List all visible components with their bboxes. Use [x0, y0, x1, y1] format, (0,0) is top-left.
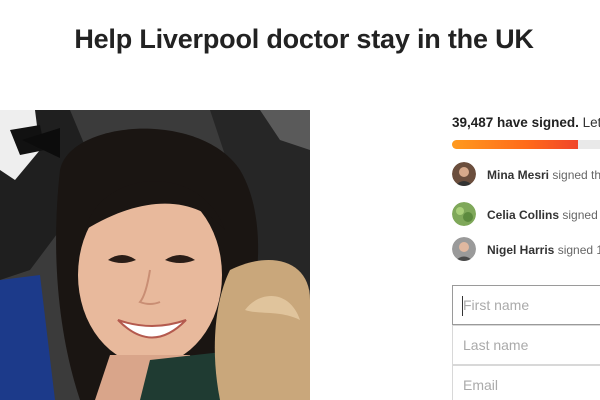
signature-goal-text: Let: [582, 115, 600, 130]
signature-count-value: 39,487 have signed.: [452, 115, 579, 130]
email-field[interactable]: [452, 365, 600, 400]
signature-count: 39,487 have signed. Let: [452, 115, 600, 130]
signer-name: Nigel Harris: [487, 243, 555, 257]
signer-text: Mina Mesri signed this: [487, 168, 600, 182]
signer-name: Celia Collins: [487, 208, 560, 222]
avatar: [452, 202, 476, 226]
petition-photo-illustration: [0, 110, 310, 400]
signer-action: signed 1 m: [557, 243, 600, 257]
signer-name: Mina Mesri: [487, 168, 550, 182]
petition-photo: [0, 110, 310, 400]
signer-action: signed 1 m: [562, 208, 600, 222]
signer-text: Celia Collins signed 1 m: [487, 208, 600, 222]
first-name-field[interactable]: [452, 285, 600, 325]
avatar: [452, 237, 476, 261]
avatar: [452, 162, 476, 186]
last-name-field[interactable]: [452, 325, 600, 365]
page-title: Help Liverpool doctor stay in the UK: [74, 24, 534, 54]
signature-progress-bar: [452, 140, 600, 149]
petition-sidebar: 39,487 have signed. Let Mina Mesri signe…: [452, 110, 600, 400]
text-caret: [462, 296, 463, 316]
signature-progress-fill: [452, 140, 579, 149]
signer-action: signed this: [552, 168, 600, 182]
signer-text: Nigel Harris signed 1 m: [487, 243, 600, 257]
